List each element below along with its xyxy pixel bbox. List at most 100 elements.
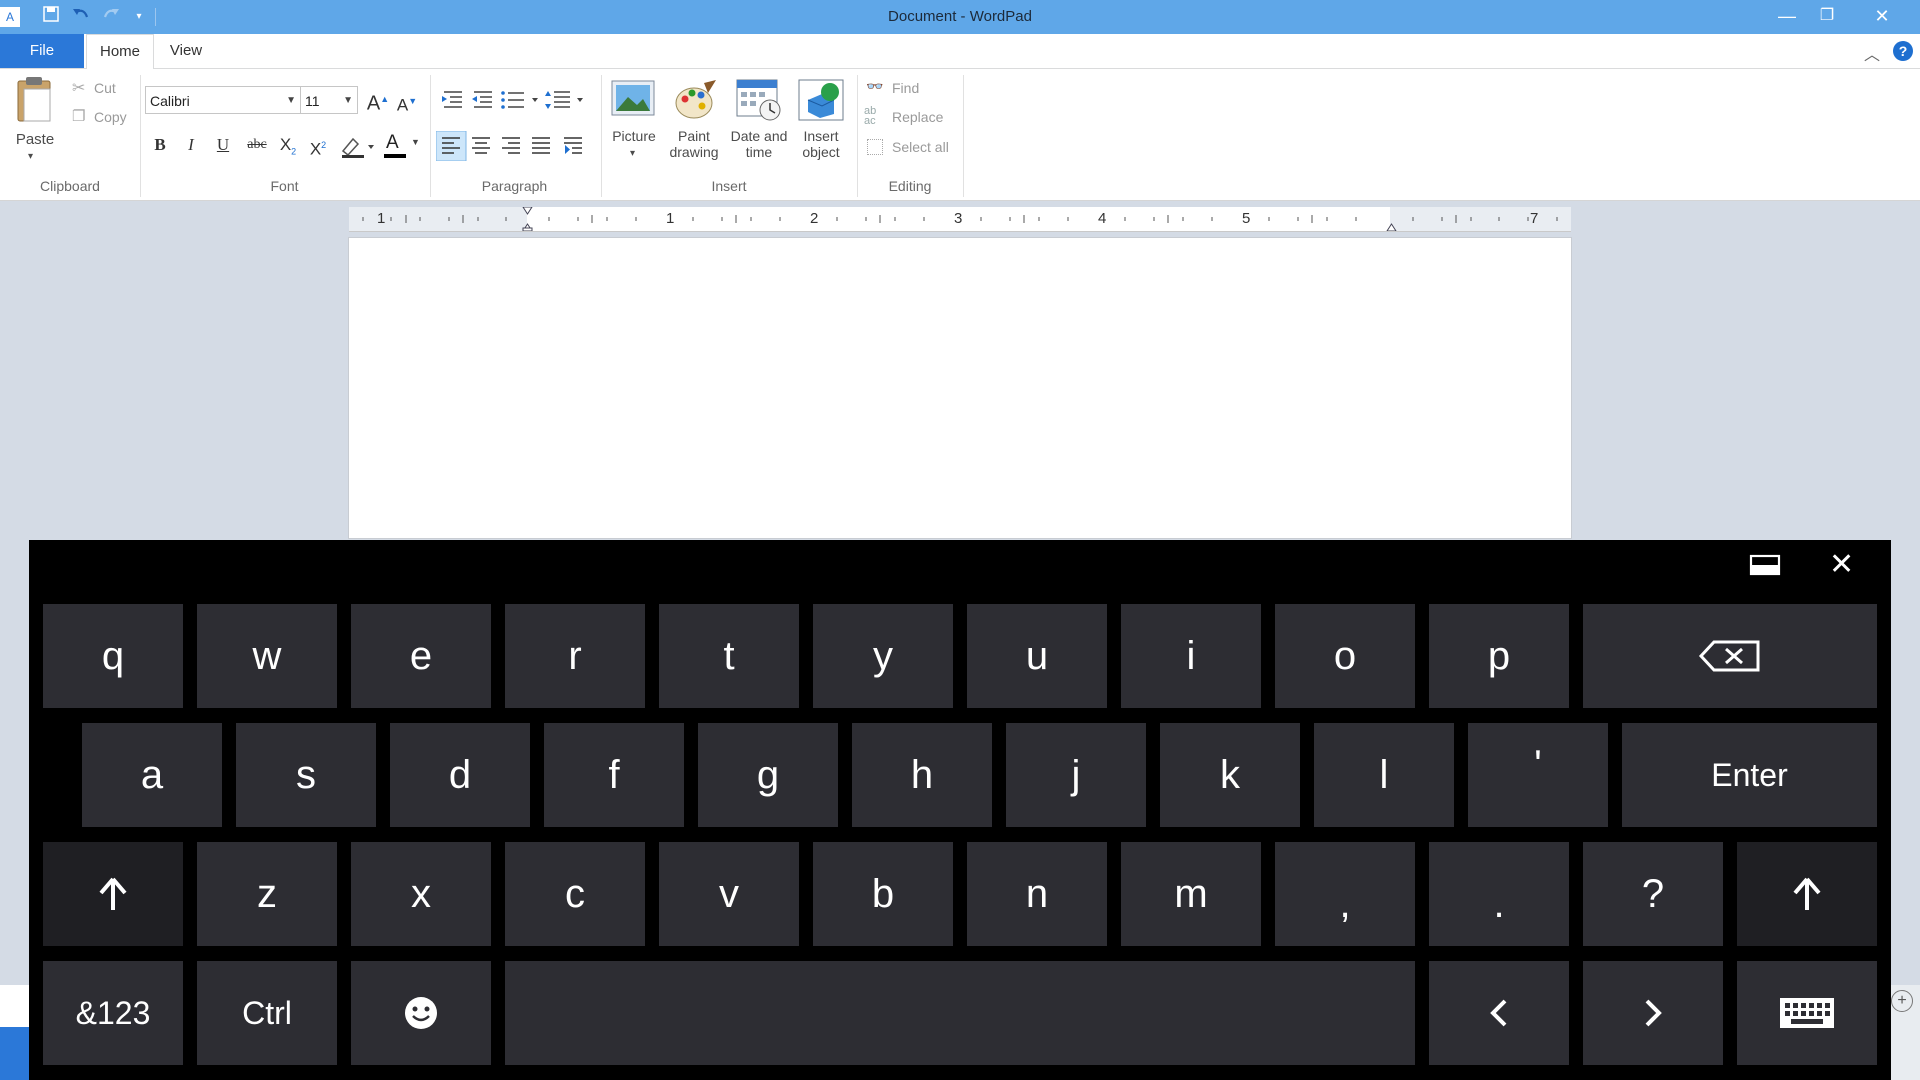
cut-button[interactable]: Cut	[94, 80, 116, 96]
key-b[interactable]: b	[813, 842, 953, 946]
collapse-ribbon-icon[interactable]: ︿	[1864, 41, 1880, 65]
picture-button[interactable]: Picture	[604, 128, 664, 144]
key-h[interactable]: h	[852, 723, 992, 827]
key-o[interactable]: o	[1275, 604, 1415, 708]
font-color-button[interactable]: A ▼	[383, 132, 423, 160]
key-z[interactable]: z	[197, 842, 337, 946]
key-s[interactable]: s	[236, 723, 376, 827]
key-period[interactable]: .	[1429, 842, 1569, 946]
copy-button[interactable]: Copy	[94, 109, 127, 125]
date-time-icon[interactable]	[736, 78, 782, 122]
key-comma[interactable]: ,	[1275, 842, 1415, 946]
key-c[interactable]: c	[505, 842, 645, 946]
subscript-button[interactable]: X2	[275, 132, 301, 158]
insert-object-button[interactable]: Insert object	[790, 128, 852, 160]
tab-home[interactable]: Home	[86, 34, 154, 70]
shift-arrow-icon	[1793, 877, 1821, 910]
binoculars-icon: 👓	[866, 78, 884, 94]
paste-icon[interactable]	[14, 75, 56, 125]
insert-object-icon[interactable]	[798, 78, 844, 122]
clipboard-group-label: Clipboard	[40, 178, 100, 194]
font-family-value: Calibri	[150, 93, 190, 109]
insert-group-label: Insert	[711, 178, 747, 194]
key-g[interactable]: g	[698, 723, 838, 827]
key-l[interactable]: l	[1314, 723, 1454, 827]
wordpad-app-icon[interactable]: A	[0, 7, 20, 27]
customize-quick-access-icon[interactable]: ▾	[128, 6, 150, 28]
dock-keyboard-icon[interactable]	[1749, 553, 1781, 577]
key-t[interactable]: t	[659, 604, 799, 708]
picture-icon[interactable]	[611, 79, 655, 119]
picture-dropdown-icon[interactable]: ▾	[630, 148, 635, 159]
key-shift-left[interactable]	[43, 842, 183, 946]
key-j[interactable]: j	[1006, 723, 1146, 827]
shrink-font-button[interactable]: A▼	[394, 88, 420, 115]
key-a[interactable]: a	[82, 723, 222, 827]
key-question[interactable]: ?	[1583, 842, 1723, 946]
key-y[interactable]: y	[813, 604, 953, 708]
key-f[interactable]: f	[544, 723, 684, 827]
key-r[interactable]: r	[505, 604, 645, 708]
title-separator	[155, 8, 156, 26]
chevron-left-icon	[1490, 999, 1507, 1027]
emoji-icon	[405, 997, 437, 1029]
date-time-button[interactable]: Date and time	[724, 128, 794, 160]
copy-icon: ❐	[72, 108, 86, 125]
key-n[interactable]: n	[967, 842, 1107, 946]
select-all-button[interactable]: Select all	[892, 139, 949, 155]
key-u[interactable]: u	[967, 604, 1107, 708]
ruler-number: 7	[1530, 210, 1539, 227]
key-w[interactable]: w	[197, 604, 337, 708]
save-icon[interactable]	[40, 6, 62, 28]
undo-icon[interactable]	[70, 6, 92, 28]
key-k[interactable]: k	[1160, 723, 1300, 827]
chevron-down-icon: ▼	[343, 95, 353, 106]
bold-button[interactable]: B	[147, 132, 173, 158]
underline-button[interactable]: U	[210, 132, 236, 158]
redo-icon[interactable]	[100, 6, 122, 28]
close-keyboard-icon[interactable]: ✕	[1829, 550, 1854, 580]
ruler-number: 1	[666, 210, 675, 227]
key-p[interactable]: p	[1429, 604, 1569, 708]
font-family-select[interactable]: Calibri ▼	[145, 86, 301, 114]
key-d[interactable]: d	[390, 723, 530, 827]
key-right-arrow[interactable]	[1583, 961, 1723, 1065]
find-button[interactable]: Find	[892, 80, 919, 96]
strikethrough-button[interactable]: abc	[242, 132, 272, 158]
key-backspace[interactable]	[1583, 604, 1877, 708]
key-symbols[interactable]: &123	[43, 961, 183, 1065]
font-size-select[interactable]: 11 ▼	[300, 86, 358, 114]
paint-drawing-icon[interactable]	[672, 79, 718, 121]
key-left-arrow[interactable]	[1429, 961, 1569, 1065]
highlight-color-button[interactable]	[340, 135, 376, 159]
key-ctrl[interactable]: Ctrl	[197, 961, 337, 1065]
key-space[interactable]	[505, 961, 1415, 1065]
help-icon[interactable]: ?	[1893, 41, 1913, 61]
key-m[interactable]: m	[1121, 842, 1261, 946]
paste-dropdown-icon[interactable]: ▾	[28, 151, 33, 162]
key-x[interactable]: x	[351, 842, 491, 946]
tab-file[interactable]: File	[0, 34, 84, 68]
key-i[interactable]: i	[1121, 604, 1261, 708]
superscript-button[interactable]: X2	[305, 132, 331, 159]
select-all-icon	[867, 139, 883, 155]
restore-button[interactable]: ❐	[1800, 0, 1854, 34]
tab-view[interactable]: View	[160, 34, 212, 68]
key-q[interactable]: q	[43, 604, 183, 708]
key-enter[interactable]: Enter	[1622, 723, 1877, 827]
document-page[interactable]	[349, 238, 1571, 538]
grow-font-button[interactable]: A▲	[365, 86, 391, 115]
paste-button[interactable]: Paste	[14, 131, 56, 148]
key-shift-right[interactable]	[1737, 842, 1877, 946]
italic-button[interactable]: I	[178, 132, 204, 158]
close-button[interactable]: ✕	[1855, 0, 1909, 34]
replace-button[interactable]: Replace	[892, 109, 943, 125]
key-keyboard-layout[interactable]	[1737, 961, 1877, 1065]
paint-drawing-button[interactable]: Paint drawing	[660, 128, 728, 160]
key-v[interactable]: v	[659, 842, 799, 946]
key-apostrophe[interactable]: '	[1468, 723, 1608, 827]
font-group-label: Font	[270, 178, 299, 194]
key-emoji[interactable]	[351, 961, 491, 1065]
key-e[interactable]: e	[351, 604, 491, 708]
zoom-in-icon[interactable]: +	[1891, 990, 1913, 1012]
